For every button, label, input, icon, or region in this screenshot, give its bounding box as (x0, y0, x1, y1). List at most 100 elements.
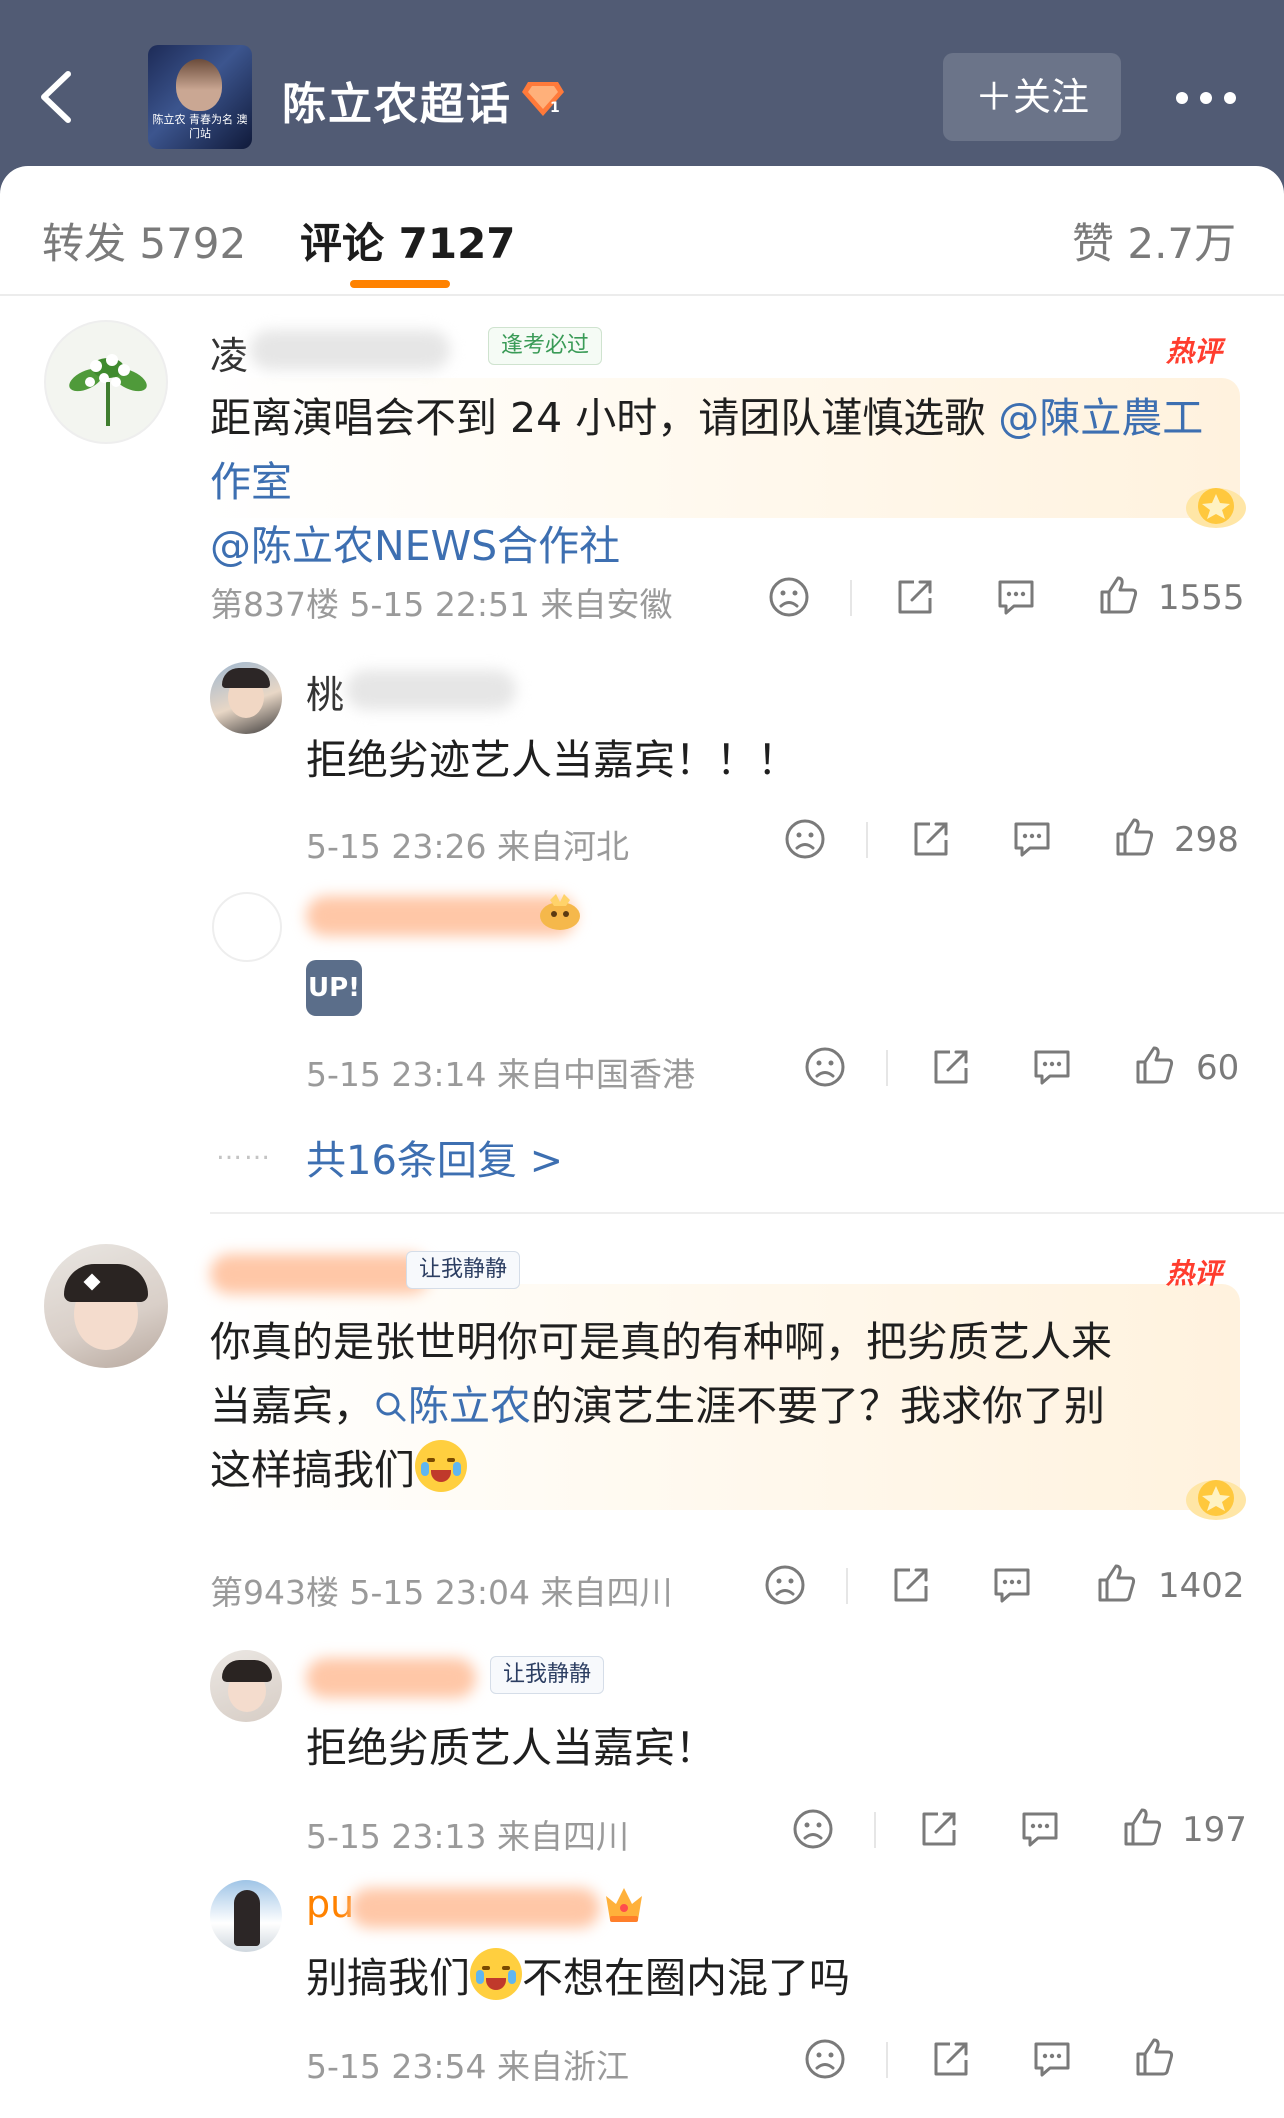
reply-body: 别搞我们 不想在圈内混了吗 (306, 1946, 850, 2010)
comment-icon (1014, 822, 1050, 857)
dislike-button[interactable] (804, 1046, 846, 1088)
avatar[interactable] (44, 320, 168, 444)
avatar-hair (64, 1264, 148, 1302)
avatar[interactable] (212, 892, 282, 962)
dislike-button[interactable] (792, 1808, 834, 1850)
separator (874, 1812, 876, 1848)
tab-repost[interactable]: 转发 5792 (42, 210, 246, 271)
user-badge: 让我静静 (490, 1656, 605, 1694)
share-icon (898, 580, 932, 614)
reply-button[interactable] (1030, 2038, 1074, 2080)
topic-cover-image[interactable]: 陈立农 青春为名 澳门站 (148, 45, 252, 149)
reply-button[interactable] (1030, 1046, 1074, 1088)
redacted-name (346, 670, 516, 710)
like-button[interactable] (1094, 1560, 1138, 1606)
cover-caption: 陈立农 青春为名 澳门站 (152, 113, 248, 140)
user-badge: 逢考必过 (488, 327, 603, 365)
fan-badge-icon (540, 894, 580, 930)
redacted-name (350, 1888, 600, 1928)
comment-body: 你真的是张世明你可是真的有种啊，把劣质艺人来 当嘉宾， 陈立农的演艺生涯不要了？我… (210, 1318, 1112, 1494)
active-tab-indicator (350, 280, 450, 288)
follow-button[interactable]: ＋关注 (943, 53, 1121, 141)
share-icon (934, 2042, 968, 2076)
share-icon (934, 1050, 968, 1084)
avatar[interactable] (210, 1880, 282, 1952)
diamond-level-icon: 1 (522, 82, 564, 116)
thumbs-up-icon (1124, 1808, 1162, 1846)
reply-meta: 5-15 23:26 来自河北 (306, 827, 629, 866)
share-button[interactable] (910, 818, 952, 860)
like-button[interactable] (1120, 1804, 1164, 1850)
view-more-replies-link[interactable]: 共16条回复 > (306, 1128, 563, 1186)
more-options-button[interactable] (1170, 72, 1242, 122)
sad-face-icon (805, 2039, 845, 2079)
like-button[interactable] (1112, 814, 1156, 860)
commenter-name[interactable]: 凌 (210, 325, 248, 380)
reply-button[interactable] (1010, 818, 1054, 860)
flower-bouquet-avatar-icon (69, 354, 147, 426)
reply-body: 拒绝劣质艺人当嘉宾！ (306, 1724, 716, 1772)
back-button[interactable] (28, 62, 88, 132)
search-icon (376, 1392, 406, 1422)
avatar[interactable] (44, 1244, 168, 1368)
like-count: 298 (1174, 820, 1239, 860)
reply-button[interactable] (1018, 1808, 1062, 1850)
like-count: 1555 (1158, 578, 1245, 618)
crying-face-emoji (415, 1440, 467, 1492)
tab-comments[interactable]: 评论 7127 (300, 210, 516, 271)
topic-title[interactable]: 陈立农超话 (282, 68, 512, 132)
mention-link[interactable]: @陈立农NEWS合作社 (210, 522, 620, 570)
like-count: 60 (1196, 1048, 1240, 1088)
sad-face-icon (793, 1809, 833, 1849)
like-count: 1402 (1158, 1566, 1245, 1606)
avatar-hair (222, 668, 270, 688)
comment-meta: 第943楼 5-15 23:04 来自四川 (210, 1573, 673, 1612)
reply-meta: 5-15 23:13 来自四川 (306, 1817, 629, 1856)
separator (886, 1050, 888, 1086)
dislike-button[interactable] (784, 818, 826, 860)
comment-icon (1022, 1812, 1058, 1847)
comment-meta: 第837楼 5-15 22:51 来自安徽 (210, 585, 673, 624)
reply-button[interactable] (990, 1564, 1034, 1606)
reply-meta: 5-15 23:14 来自中国香港 (306, 1055, 695, 1094)
share-button[interactable] (890, 1564, 932, 1606)
sad-face-icon (765, 1565, 805, 1605)
dislike-button[interactable] (768, 576, 810, 618)
reply-body: 拒绝劣迹艺人当嘉宾！！！ (306, 736, 798, 784)
like-button[interactable] (1132, 1042, 1176, 1088)
share-icon (922, 1812, 956, 1846)
svg-text:1: 1 (550, 100, 560, 116)
like-button[interactable] (1132, 2034, 1176, 2080)
thumbs-up-icon (1116, 818, 1154, 856)
crying-face-emoji (470, 1948, 522, 2000)
chevron-left-icon (41, 71, 71, 123)
avatar[interactable] (210, 1650, 282, 1722)
comment-icon (994, 1568, 1030, 1603)
tab-likes[interactable]: 赞 2.7万 (1072, 210, 1236, 271)
commenter-name[interactable]: pu (306, 1882, 354, 1926)
commenter-name[interactable]: 桃 (306, 664, 344, 719)
medal-icon (1186, 488, 1246, 528)
comment-icon (998, 580, 1034, 615)
user-badge: 让我静静 (406, 1251, 521, 1289)
share-button[interactable] (930, 1046, 972, 1088)
avatar-hair (222, 1660, 272, 1682)
up-sticker-icon: UP! (306, 960, 362, 1016)
share-button[interactable] (930, 2038, 972, 2080)
topic-search-link[interactable]: 陈立农 (374, 1382, 531, 1430)
share-button[interactable] (894, 576, 936, 618)
redacted-name (306, 1658, 476, 1698)
dislike-button[interactable] (804, 2038, 846, 2080)
thumbs-up-icon (1098, 1564, 1136, 1602)
reply-button[interactable] (994, 576, 1038, 618)
share-button[interactable] (918, 1808, 960, 1850)
avatar[interactable] (210, 662, 282, 734)
separator (846, 1568, 848, 1604)
redacted-name (250, 330, 450, 370)
dislike-button[interactable] (764, 1564, 806, 1606)
separator (886, 2042, 888, 2078)
comment-divider (210, 1212, 1284, 1214)
like-button[interactable] (1096, 572, 1140, 618)
share-icon (894, 1568, 928, 1602)
tab-bar: 转发 5792 评论 7127 赞 2.7万 (0, 166, 1284, 296)
